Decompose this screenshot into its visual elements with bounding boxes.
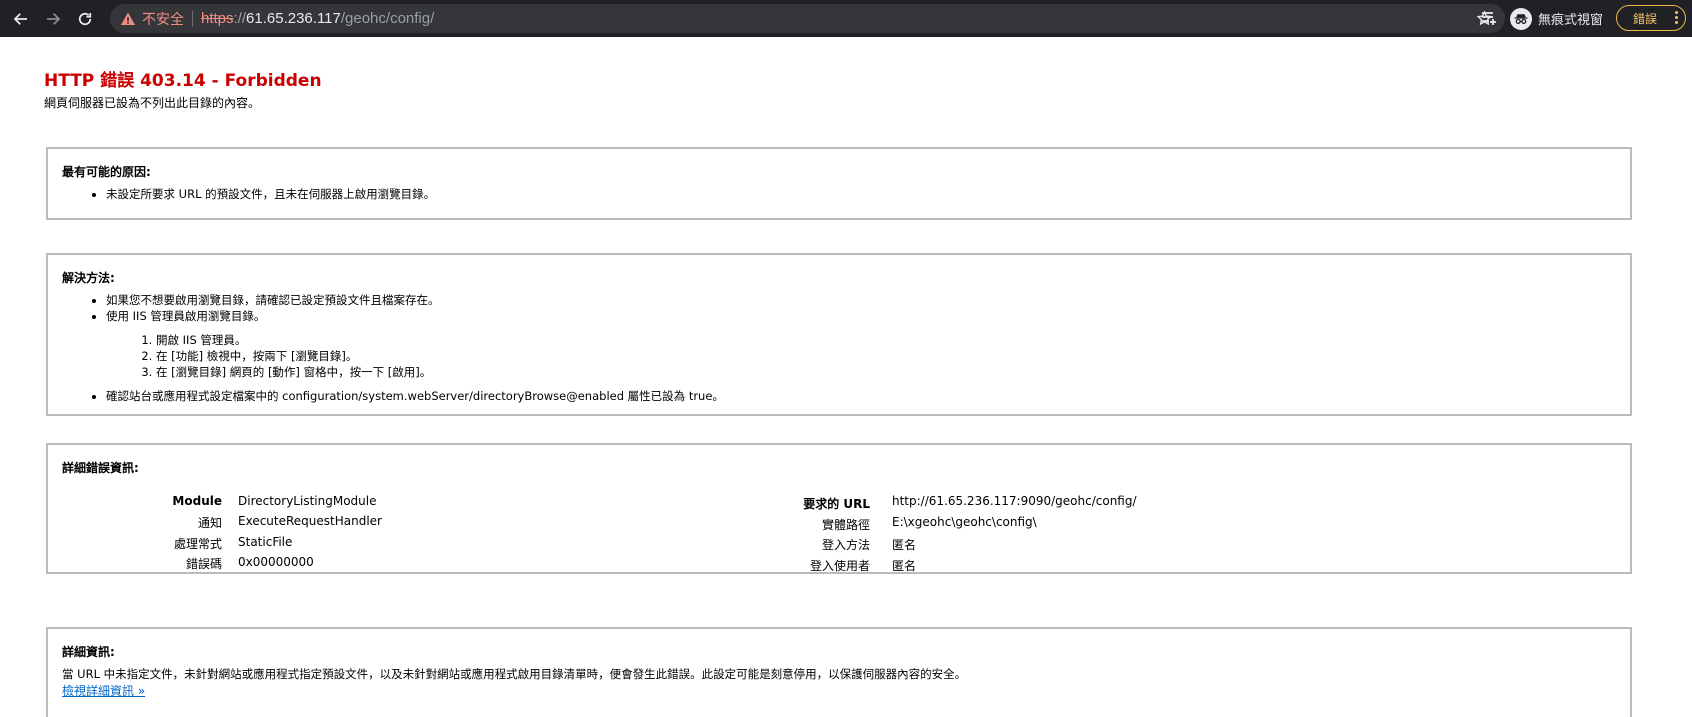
solution-steps: 開啟 IIS 管理員。 在 [功能] 檢視中，按兩下 [瀏覽目錄]。 在 [瀏覽… bbox=[106, 332, 1616, 380]
solutions-box: 解決方法: 如果您不想要啟用瀏覽目錄，請確認已設定預設文件且檔案存在。 使用 I… bbox=[46, 253, 1632, 416]
url-host: 61.65.236.117 bbox=[246, 10, 341, 27]
detail-label-requested-url: 要求的 URL bbox=[803, 497, 870, 511]
warning-icon[interactable] bbox=[120, 11, 136, 27]
solution-item: 使用 IIS 管理員啟用瀏覽目錄。 開啟 IIS 管理員。 在 [功能] 檢視中… bbox=[106, 308, 1616, 380]
error-chip-button[interactable]: 錯誤 bbox=[1616, 5, 1686, 31]
solution-step: 在 [瀏覽目錄] 網頁的 [動作] 窗格中，按一下 [啟用]。 bbox=[156, 364, 1616, 380]
causes-box: 最有可能的原因: 未設定所要求 URL 的預設文件，且未在伺服器上啟用瀏覽目錄。 bbox=[46, 147, 1632, 220]
incognito-label: 無痕式視窗 bbox=[1538, 13, 1604, 28]
detail-value-module: DirectoryListingModule bbox=[238, 494, 377, 508]
view-more-info-link[interactable]: 檢視詳細資訊 » bbox=[62, 684, 145, 698]
detail-value-handler: StaticFile bbox=[238, 535, 293, 549]
url-path: /geohc/config/ bbox=[340, 10, 435, 27]
causes-heading: 最有可能的原因: bbox=[62, 165, 151, 179]
page-title: HTTP 錯誤 403.14 - Forbidden bbox=[44, 71, 322, 91]
url-scheme: https bbox=[201, 10, 234, 27]
detail-label-notification: 通知 bbox=[197, 516, 222, 530]
detail-label-logon-user: 登入使用者 bbox=[809, 559, 870, 573]
solution-step: 開啟 IIS 管理員。 bbox=[156, 332, 1616, 348]
page-content: HTTP 錯誤 403.14 - Forbidden 網頁伺服器已設為不列出此目… bbox=[0, 37, 1692, 717]
cause-item: 未設定所要求 URL 的預設文件，且未在伺服器上啟用瀏覽目錄。 bbox=[106, 186, 1616, 202]
incognito-icon bbox=[1510, 7, 1532, 30]
forward-arrow-icon[interactable] bbox=[42, 8, 64, 30]
detail-value-requested-url: http://61.65.236.117:9090/geohc/config/ bbox=[892, 494, 1137, 508]
causes-list: 未設定所要求 URL 的預設文件，且未在伺服器上啟用瀏覽目錄。 bbox=[62, 186, 1616, 202]
error-chip-label: 錯誤 bbox=[1633, 11, 1658, 26]
reading-list-icon[interactable] bbox=[1480, 9, 1498, 27]
browser-toolbar: 不安全 https://61.65.236.117/geohc/config/ … bbox=[0, 0, 1692, 37]
solutions-heading: 解決方法: bbox=[62, 271, 115, 285]
detail-label-module: Module bbox=[172, 494, 222, 508]
solution-step: 在 [功能] 檢視中，按兩下 [瀏覽目錄]。 bbox=[156, 348, 1616, 364]
solutions-list: 如果您不想要啟用瀏覽目錄，請確認已設定預設文件且檔案存在。 使用 IIS 管理員… bbox=[62, 292, 1616, 404]
omnibox-divider bbox=[192, 10, 193, 27]
address-bar[interactable]: 不安全 https://61.65.236.117/geohc/config/ bbox=[110, 4, 1505, 33]
incognito-indicator[interactable]: 無痕式視窗 bbox=[1510, 6, 1603, 31]
solution-item-label: 使用 IIS 管理員啟用瀏覽目錄。 bbox=[106, 309, 266, 323]
more-info-box: 詳細資訊: 當 URL 中未指定文件，未針對網站或應用程式指定預設文件，以及未針… bbox=[46, 627, 1632, 717]
detail-label-error-code: 錯誤碼 bbox=[185, 557, 222, 571]
more-vert-icon[interactable] bbox=[1675, 11, 1679, 24]
security-status-label[interactable]: 不安全 bbox=[142, 9, 184, 29]
url-scheme-separator: :// bbox=[233, 10, 247, 27]
page-subtitle: 網頁伺服器已設為不列出此目錄的內容。 bbox=[44, 96, 261, 110]
detail-value-error-code: 0x00000000 bbox=[238, 555, 314, 569]
detail-value-logon-method: 匿名 bbox=[892, 538, 917, 552]
solution-item: 確認站台或應用程式設定檔案中的 configuration/system.web… bbox=[106, 388, 1616, 404]
error-details-box: 詳細錯誤資訊: Module DirectoryListingModule 通知… bbox=[46, 443, 1632, 574]
more-info-text: 當 URL 中未指定文件，未針對網站或應用程式指定預設文件，以及未針對網站或應用… bbox=[62, 667, 967, 681]
back-arrow-icon[interactable] bbox=[10, 8, 32, 30]
detail-label-physical-path: 實體路徑 bbox=[821, 518, 870, 532]
detail-value-physical-path: E:\xgeohc\geohc\config\ bbox=[892, 515, 1037, 529]
detail-value-notification: ExecuteRequestHandler bbox=[238, 514, 382, 528]
detail-label-logon-method: 登入方法 bbox=[821, 538, 870, 552]
more-info-heading: 詳細資訊: bbox=[62, 645, 115, 659]
reload-icon[interactable] bbox=[74, 8, 96, 30]
error-details-heading: 詳細錯誤資訊: bbox=[62, 461, 139, 475]
error-details-table: Module DirectoryListingModule 通知 Execute… bbox=[62, 482, 1616, 573]
solution-item: 如果您不想要啟用瀏覽目錄，請確認已設定預設文件且檔案存在。 bbox=[106, 292, 1616, 308]
url-text[interactable]: https://61.65.236.117/geohc/config/ bbox=[201, 10, 434, 27]
detail-value-logon-user: 匿名 bbox=[892, 559, 917, 573]
detail-label-handler: 處理常式 bbox=[173, 537, 222, 551]
